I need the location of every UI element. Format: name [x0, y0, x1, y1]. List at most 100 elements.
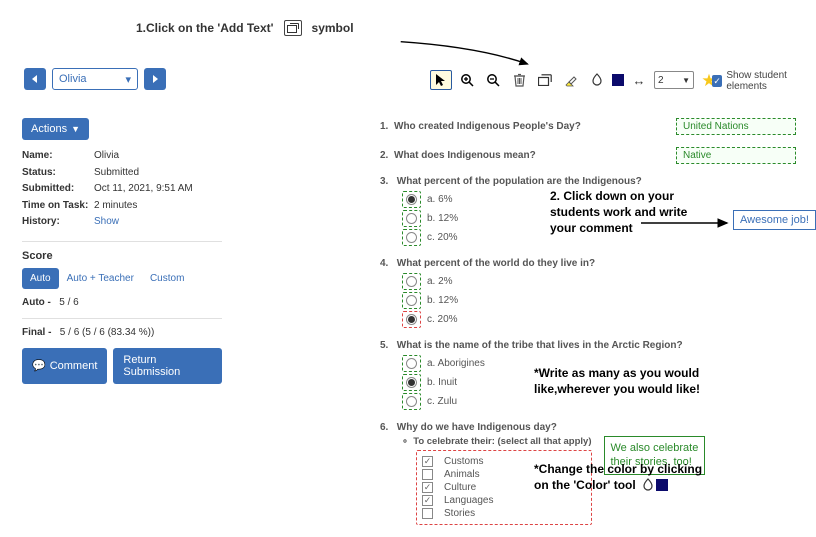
- zoom-in-tool[interactable]: [456, 70, 478, 90]
- q4-opt-a[interactable]: a. 2%: [402, 273, 796, 290]
- question-4: 4. What percent of the world do they liv…: [380, 258, 796, 328]
- change-color-a: *Change the color by clicking: [534, 461, 702, 477]
- radio-filled-icon: [406, 314, 417, 325]
- show-student-elements-toggle[interactable]: ✓ Show student elements: [712, 70, 816, 92]
- instruction-1: 1.Click on the 'Add Text' symbol: [136, 20, 354, 36]
- checkbox-checked-icon: ✓: [712, 75, 722, 87]
- instruction-change-color: *Change the color by clicking on the 'Co…: [534, 461, 702, 493]
- question-1: 1. Who created Indigenous People's Day? …: [380, 118, 796, 135]
- chevron-down-icon: ▼: [682, 76, 690, 85]
- change-color-b: on the 'Color' tool: [534, 477, 636, 493]
- actions-button[interactable]: Actions ▼: [22, 118, 89, 140]
- zoom-out-tool[interactable]: [482, 70, 504, 90]
- final-score-value: 5 / 6 (5 / 6 (83.34 %)): [60, 327, 155, 338]
- q6-chk-2-text: Animals: [444, 469, 480, 480]
- delete-tool[interactable]: [508, 70, 530, 90]
- q2-answer[interactable]: Native: [676, 147, 796, 164]
- q3-opt-c-text: c. 20%: [427, 232, 458, 243]
- line-width-select[interactable]: 2 ▼: [654, 71, 694, 89]
- color-tool[interactable]: [586, 70, 608, 90]
- divider: [22, 241, 222, 242]
- radio-icon: [406, 358, 417, 369]
- q6-chk-4-text: Languages: [444, 495, 494, 506]
- q3-opt-b-text: b. 12%: [427, 213, 458, 224]
- instruction-1-text-b: symbol: [312, 21, 354, 35]
- return-label: Return Submission: [123, 354, 212, 378]
- meta-name-label: Name:: [22, 148, 94, 165]
- checkbox-checked-icon: [422, 456, 433, 467]
- q4-number: 4.: [380, 258, 394, 269]
- meta-history-label: History:: [22, 214, 94, 231]
- instruction-2-a: 2. Click down on your: [550, 188, 687, 204]
- auto-score-value: 5 / 6: [59, 297, 78, 308]
- score-tab-auto-teacher[interactable]: Auto + Teacher: [59, 268, 142, 289]
- q5-opt-a-text: a. Aborigines: [427, 358, 485, 369]
- meta-submitted-value: Oct 11, 2021, 9:51 AM: [94, 183, 193, 194]
- q4-opt-b-text: b. 12%: [427, 295, 458, 306]
- teacher-comment-awesome[interactable]: Awesome job!: [733, 210, 816, 230]
- comment-label: Comment: [50, 360, 98, 372]
- q6-chk-5[interactable]: Stories: [422, 508, 586, 519]
- add-text-icon-sample: [284, 20, 302, 36]
- meta-status-label: Status:: [22, 165, 94, 182]
- submission-meta: Name:Olivia Status:Submitted Submitted:O…: [22, 148, 222, 231]
- write-many-b: like,wherever you would like!: [534, 381, 700, 397]
- radio-icon: [406, 396, 417, 407]
- return-submission-button[interactable]: Return Submission: [113, 348, 222, 384]
- q2-prompt: What does Indigenous mean?: [394, 150, 536, 161]
- radio-filled-icon: [406, 377, 417, 388]
- instruction-2: 2. Click down on your students work and …: [550, 188, 687, 237]
- q4-opt-c[interactable]: c. 20%: [402, 311, 796, 328]
- q5-prompt: What is the name of the tribe that lives…: [397, 340, 683, 351]
- meta-submitted-label: Submitted:: [22, 181, 94, 198]
- q6-chk-5-text: Stories: [444, 508, 475, 519]
- width-icon: ↔: [628, 70, 650, 90]
- q4-prompt: What percent of the world do they live i…: [397, 258, 595, 269]
- meta-tot-label: Time on Task:: [22, 198, 94, 215]
- radio-icon: [406, 213, 417, 224]
- caret-down-icon: ▼: [71, 124, 80, 134]
- metadata-sidebar: Actions ▼ Name:Olivia Status:Submitted S…: [22, 118, 222, 384]
- student-nav: Olivia ▾: [24, 68, 166, 90]
- instruction-1-text-a: 1.Click on the 'Add Text': [136, 21, 274, 35]
- color-swatch[interactable]: [612, 74, 624, 86]
- show-student-elements-label: Show student elements: [726, 70, 816, 92]
- q6-chk-3-text: Culture: [444, 482, 476, 493]
- student-select-value: Olivia: [59, 73, 87, 85]
- add-text-tool[interactable]: [534, 70, 556, 90]
- comment-button[interactable]: 💬 Comment: [22, 348, 107, 384]
- annotation-toolbar: ↔ 2 ▼ ★: [430, 68, 720, 92]
- radio-icon: [406, 276, 417, 287]
- q1-number: 1.: [380, 121, 394, 132]
- final-score-label: Final -: [22, 327, 51, 338]
- comment-icon: 💬: [32, 359, 46, 372]
- highlighter-tool[interactable]: [560, 70, 582, 90]
- student-select[interactable]: Olivia ▾: [52, 68, 138, 90]
- q6-chk-1-text: Customs: [444, 456, 483, 467]
- score-tab-custom[interactable]: Custom: [142, 268, 192, 289]
- q4-opt-c-text: c. 20%: [427, 314, 458, 325]
- checkbox-icon: [422, 508, 433, 519]
- line-width-value: 2: [658, 75, 664, 86]
- meta-tot-value: 2 minutes: [94, 200, 137, 211]
- checkbox-icon: [422, 469, 433, 480]
- q4-opt-a-text: a. 2%: [427, 276, 453, 287]
- q4-opt-b[interactable]: b. 12%: [402, 292, 796, 309]
- next-student-button[interactable]: [144, 68, 166, 90]
- q5-number: 5.: [380, 340, 394, 351]
- q6-chk-4[interactable]: Languages: [422, 495, 586, 506]
- celebrate-line-a: We also celebrate: [611, 442, 699, 454]
- q1-answer[interactable]: United Nations: [676, 118, 796, 135]
- score-tab-auto[interactable]: Auto: [22, 268, 59, 289]
- auto-score-line: Auto - 5 / 6: [22, 297, 222, 308]
- auto-score-label: Auto -: [22, 297, 51, 308]
- divider: [22, 318, 222, 319]
- actions-label: Actions: [31, 123, 67, 135]
- score-tabs: Auto Auto + Teacher Custom: [22, 268, 222, 289]
- radio-filled-icon: [406, 194, 417, 205]
- q5-opt-c-text: c. Zulu: [427, 396, 457, 407]
- pointer-tool[interactable]: [430, 70, 452, 90]
- prev-student-button[interactable]: [24, 68, 46, 90]
- radio-icon: [406, 232, 417, 243]
- history-show-link[interactable]: Show: [94, 216, 119, 227]
